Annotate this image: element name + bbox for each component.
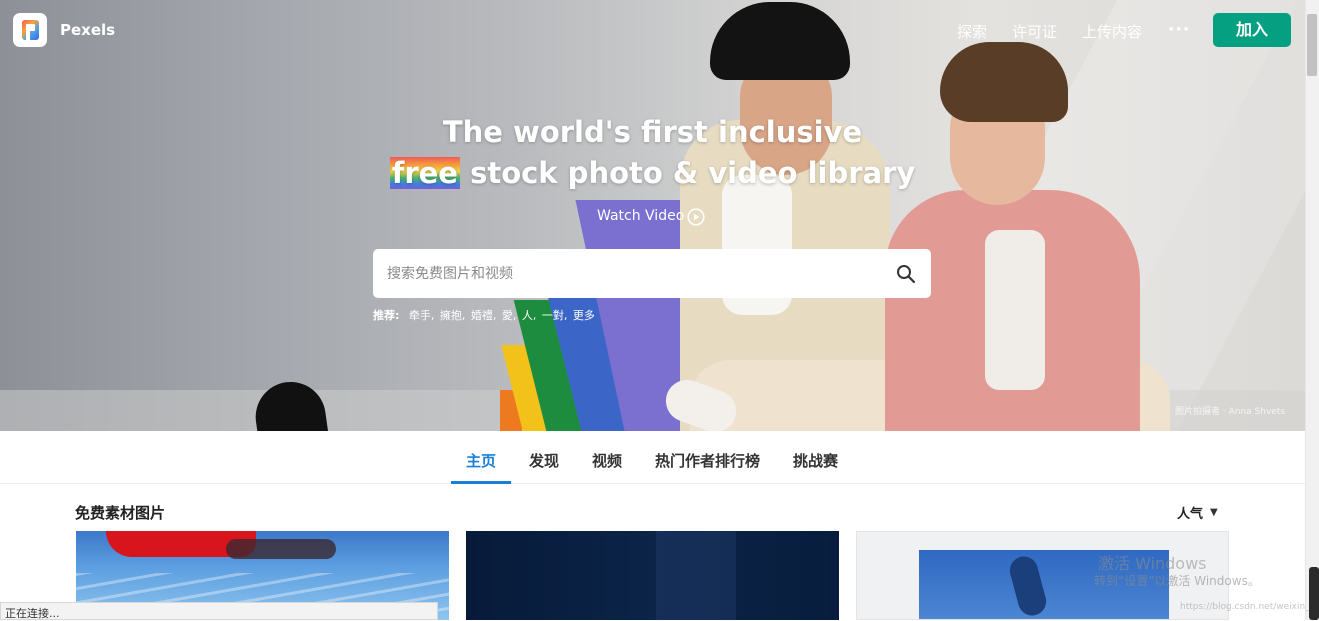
tab-leaderboard[interactable]: 热门作者排行榜 [655, 450, 760, 471]
person-right-shirt [985, 230, 1045, 390]
main-tabs: 主页 发现 视频 热门作者排行榜 挑战赛 [0, 431, 1305, 484]
person-right-hair [940, 42, 1068, 122]
free-highlight: free [389, 156, 460, 190]
activation-watermark-title: 激活 Windows [1098, 554, 1207, 573]
page-scrollbar[interactable] [1305, 0, 1319, 620]
active-tab-indicator [451, 481, 511, 484]
search-box [373, 249, 931, 298]
search-icon[interactable] [895, 263, 917, 285]
suggestion-link[interactable]: 擁抱, [440, 309, 466, 322]
watch-video-link[interactable]: Watch Video [597, 208, 684, 224]
caret-down-icon[interactable]: ▼ [1210, 507, 1218, 518]
logo-cutout [26, 31, 30, 40]
search-input[interactable] [387, 249, 887, 298]
suggestion-link[interactable]: 一對, [542, 309, 568, 322]
photo-detail [226, 539, 336, 559]
tab-challenges[interactable]: 挑战赛 [793, 450, 838, 471]
black-sneaker [251, 377, 329, 431]
nav-license[interactable]: 许可证 [1012, 21, 1057, 42]
suggestion-link[interactable]: 婚禮, [471, 309, 497, 322]
tab-home[interactable]: 主页 [466, 450, 496, 471]
browser-status-bar: 正在连接... [0, 602, 438, 620]
tab-videos[interactable]: 视频 [592, 450, 622, 471]
nav-upload[interactable]: 上传内容 [1082, 21, 1142, 42]
suggestion-link[interactable]: 人, [522, 309, 537, 322]
sort-dropdown[interactable]: 人气 [1177, 503, 1203, 522]
scrollbar-thumb[interactable] [1307, 14, 1317, 76]
photo-detail [656, 531, 736, 620]
suggestion-link[interactable]: 愛, [502, 309, 517, 322]
suggestion-link[interactable]: 牵手, [409, 309, 435, 322]
nav-explore[interactable]: 探索 [957, 21, 987, 42]
section-title: 免费素材图片 [75, 504, 166, 522]
logo-cutout [26, 24, 35, 31]
side-widget[interactable] [1309, 567, 1319, 620]
photo-detail [1006, 553, 1050, 619]
search-suggestions: 推荐: 牵手, 擁抱, 婚禮, 愛, 人, 一對, 更多 [373, 307, 597, 323]
photo-credit[interactable]: 图片拍摄者 · Anna Shvets [1175, 404, 1285, 417]
brand-name[interactable]: Pexels [60, 21, 115, 39]
suggestion-more-link[interactable]: 更多 [573, 309, 595, 322]
hero-title-line2-text: stock photo & video library [459, 156, 916, 190]
url-watermark: https://blog.csdn.net/weixin_... [1180, 602, 1319, 612]
hero-title-line2: free stock photo & video library [0, 156, 1305, 190]
bucket-hat [710, 2, 850, 80]
pexels-logo-icon[interactable] [13, 13, 47, 47]
tab-discover[interactable]: 发现 [529, 450, 559, 471]
activation-watermark-text: 转到“设置”以激活 Windows。 [1094, 574, 1260, 588]
hero-title-line1: The world's first inclusive [442, 115, 863, 149]
photo-card[interactable] [466, 531, 839, 620]
join-button[interactable]: 加入 [1213, 13, 1291, 47]
suggest-label: 推荐: [373, 309, 400, 322]
more-menu-icon[interactable]: ··· [1168, 20, 1190, 40]
play-circle-icon[interactable] [687, 208, 705, 226]
